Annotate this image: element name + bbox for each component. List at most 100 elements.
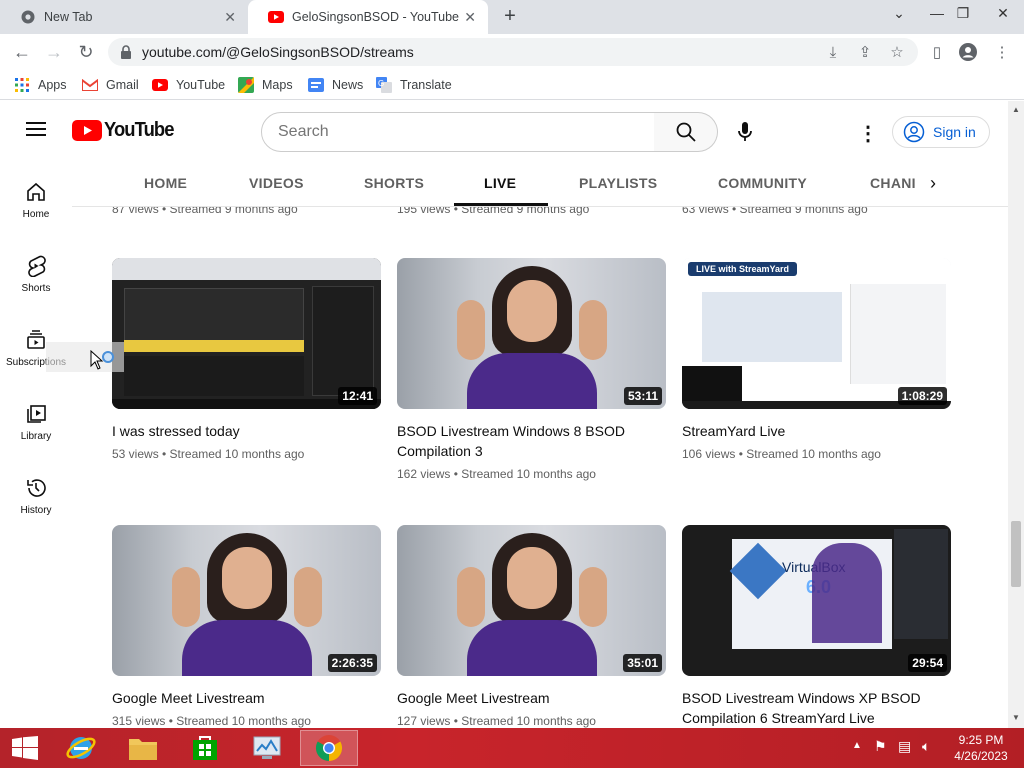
chrome-menu-icon[interactable]: ⋮ [992,42,1012,62]
tab-scroll-fade [924,159,1008,206]
chevron-right-icon[interactable]: › [930,173,936,194]
guide-item-history[interactable]: History [0,461,72,535]
tab-shorts[interactable]: SHORTS [364,159,424,207]
bookmark-label: Gmail [106,78,139,92]
thumb-screenshot-chat [850,284,946,384]
scroll-up-icon[interactable]: ▲ [1012,105,1020,114]
taskbar-chrome[interactable] [300,730,358,766]
video-card[interactable]: 53:11 BSOD Livestream Windows 8 BSOD Com… [397,258,666,483]
video-meta: 106 views • Streamed 10 months ago [682,447,881,461]
video-thumbnail[interactable]: VirtualBox 6.0 29:54 [682,525,951,676]
tab-label: SHORTS [364,175,425,191]
search-button[interactable] [654,112,718,152]
tab-live[interactable]: LIVE [484,159,516,207]
show-hidden-icons[interactable]: ▲ [852,740,862,751]
taskbar-resource-monitor[interactable] [238,730,296,766]
guide-item-library[interactable]: Library [0,387,72,461]
tab-label: GeloSingsonBSOD - YouTube [292,10,460,24]
tab-youtube[interactable]: GeloSingsonBSOD - YouTube ✕ [248,0,488,34]
side-panel-icon[interactable]: ▯ [927,42,947,62]
taskbar-file-explorer[interactable] [114,730,172,766]
hamburger-menu-icon[interactable] [26,121,46,142]
share-icon[interactable]: ⇪ [855,42,875,62]
install-icon[interactable]: ⤓ [823,42,843,62]
chrome-icon [20,9,36,25]
chrome-icon [315,735,343,762]
guide-item-shorts[interactable]: Shorts [0,239,72,313]
video-meta: 315 views • Streamed 10 months ago [112,714,311,728]
close-tab-icon[interactable]: ✕ [224,9,236,25]
profile-avatar-icon[interactable] [958,42,978,62]
bookmark-apps[interactable]: Apps [14,76,67,94]
youtube-logo[interactable]: YouTube [72,119,180,142]
maps-icon [238,77,254,93]
video-title[interactable]: BSOD Livestream Windows 8 BSOD Compilati… [397,421,666,461]
taskbar-internet-explorer[interactable] [52,730,110,766]
sign-in-button[interactable]: Sign in [892,116,990,148]
bookmark-translate[interactable]: G Translate [376,76,452,94]
tab-new-tab[interactable]: New Tab ✕ [0,0,248,34]
tab-label: New Tab [44,10,93,24]
bookmark-maps[interactable]: Maps [238,76,293,94]
new-tab-button[interactable]: + [500,5,520,27]
tab-search-icon[interactable]: ⌄ [882,0,916,26]
system-clock[interactable]: 9:25 PM 4/26/2023 [948,732,1014,764]
bookmark-star-icon[interactable]: ☆ [887,42,907,62]
video-thumbnail[interactable]: LIVE with StreamYard 1:08:29 [682,258,951,409]
video-title[interactable]: Google Meet Livestream [397,688,666,708]
settings-more-icon[interactable]: ⋮ [858,121,878,146]
subscriptions-icon [27,330,45,349]
close-tab-icon[interactable]: ✕ [464,9,476,25]
home-icon [27,182,45,201]
tab-playlists[interactable]: PLAYLISTS [579,159,657,207]
address-bar[interactable]: youtube.com/@GeloSingsonBSOD/streams [108,38,918,66]
forward-button[interactable]: → [42,40,66,64]
guide-item-home[interactable]: Home [0,165,72,239]
scrollbar-thumb[interactable] [1011,521,1021,587]
bookmark-youtube[interactable]: YouTube [152,76,225,94]
video-card[interactable]: 35:01 Google Meet Livestream 127 views •… [397,525,666,728]
close-window-button[interactable]: ✕ [986,0,1020,26]
back-button[interactable]: ← [10,40,34,64]
scroll-down-icon[interactable]: ▼ [1012,713,1020,722]
video-card[interactable]: LIVE with StreamYard 1:08:29 StreamYard … [682,258,951,463]
action-center-flag-icon[interactable]: ⚑ [874,738,887,755]
video-thumbnail[interactable]: 35:01 [397,525,666,676]
video-thumbnail[interactable]: 2:26:35 [112,525,381,676]
active-tab-indicator [454,203,548,206]
volume-muted-icon[interactable]: 🔈︎ [922,738,930,755]
video-thumbnail[interactable]: 53:11 [397,258,666,409]
taskbar-store[interactable] [176,730,234,766]
bookmark-label: Maps [262,78,293,92]
video-title[interactable]: I was stressed today [112,421,381,441]
voice-search-button[interactable] [736,121,754,148]
network-icon[interactable]: ▤ [898,738,911,755]
video-card[interactable]: 12:41 I was stressed today 53 views • St… [112,258,381,463]
tab-label: PLAYLISTS [579,175,658,191]
video-meta: 195 views • Streamed 9 months ago [397,207,590,216]
thumb-person-dress [467,353,597,409]
search-input[interactable]: Search [261,112,655,152]
history-icon [27,479,46,497]
bookmark-gmail[interactable]: Gmail [82,76,139,94]
tab-videos[interactable]: VIDEOS [249,159,304,207]
thumb-person-hand-left [457,567,485,627]
reload-button[interactable]: ↻ [74,40,98,64]
video-title[interactable]: StreamYard Live [682,421,951,441]
apps-grid-icon [14,77,30,93]
clock-time: 9:25 PM [958,733,1004,747]
bookmark-news[interactable]: News [308,76,363,94]
start-button[interactable] [0,730,50,766]
video-card[interactable]: VirtualBox 6.0 29:54 BSOD Livestream Win… [682,525,951,728]
video-title[interactable]: Google Meet Livestream [112,688,381,708]
video-card[interactable]: 2:26:35 Google Meet Livestream 315 views… [112,525,381,728]
tab-channels[interactable]: CHANI [870,159,920,207]
drag-ghost [46,342,124,372]
tab-strip: New Tab ✕ GeloSingsonBSOD - YouTube ✕ + … [0,0,1024,34]
video-title[interactable]: BSOD Livestream Windows XP BSOD Compilat… [682,688,951,728]
tab-community[interactable]: COMMUNITY [718,159,807,207]
page-scrollbar[interactable]: ▲ ▼ [1008,101,1024,728]
restore-button[interactable]: ❐ [946,0,980,26]
tab-home[interactable]: HOME [144,159,187,207]
video-thumbnail[interactable]: 12:41 [112,258,381,409]
